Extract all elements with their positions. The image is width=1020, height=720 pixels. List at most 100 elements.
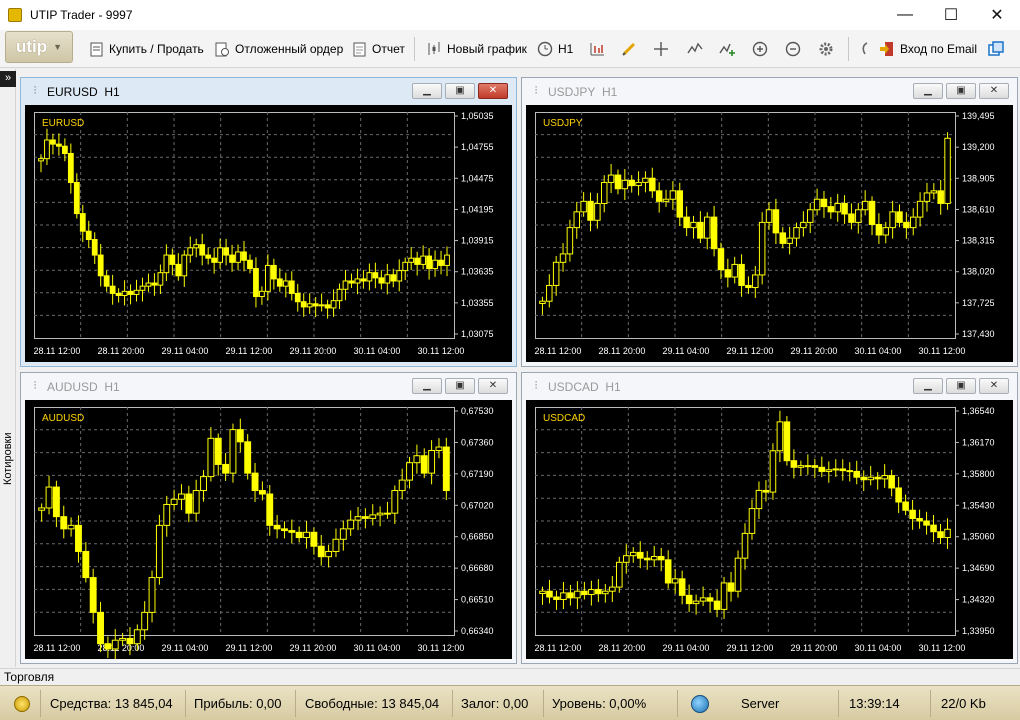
chart-title-bar[interactable]: ⫶ AUDUSD H1 ▁ ▣ ✕: [21, 373, 516, 399]
candle: [923, 511, 930, 535]
candle-body: [354, 278, 361, 284]
zoom-in-icon: [752, 41, 768, 57]
candle: [360, 270, 367, 289]
time-tick-label: 29.11 04:00: [162, 643, 209, 653]
candle-body: [699, 597, 707, 602]
candle-body: [834, 202, 841, 213]
candle: [783, 416, 791, 466]
candle-body: [181, 254, 188, 277]
settings-button[interactable]: [818, 38, 834, 60]
candle: [38, 503, 46, 522]
status-divider: [930, 690, 931, 717]
time-tick-label: 28.11 12:00: [535, 346, 582, 356]
candle: [595, 579, 602, 603]
candle: [103, 270, 110, 292]
candle-body: [573, 211, 581, 229]
candle-body: [909, 216, 917, 229]
chart-title: EURUSD H1: [47, 85, 120, 99]
zoom-out-button[interactable]: [785, 38, 801, 60]
chart-maximize-button[interactable]: ▣: [946, 378, 976, 394]
candle: [342, 269, 349, 301]
chart-plot[interactable]: USDJPY 139,495 139,200 138,905 138,610 138,31…: [526, 105, 1013, 362]
candle-body: [157, 272, 164, 286]
expand-panel-button[interactable]: »: [0, 71, 16, 87]
price-tick-label: 0,67190: [461, 469, 494, 479]
pending-order-button[interactable]: Отложенный ордер: [214, 38, 343, 60]
candle: [420, 245, 427, 270]
chart-close-button[interactable]: ✕: [478, 378, 508, 394]
candle: [909, 208, 917, 236]
candle-body: [772, 209, 780, 234]
candle-body: [745, 284, 752, 289]
chart-title-bar[interactable]: ⫶ USDJPY H1 ▁ ▣ ✕: [522, 78, 1017, 104]
candle-body: [428, 450, 436, 474]
chart-minimize-button[interactable]: ▁: [412, 83, 442, 99]
candle: [330, 289, 337, 317]
chart-minimize-button[interactable]: ▁: [913, 378, 943, 394]
chart-title-bar[interactable]: ⫶ EURUSD H1 ▁ ▣ ✕: [21, 78, 516, 104]
profit-value: Прибыль: 0,00: [194, 696, 282, 711]
windows-button[interactable]: [988, 38, 1004, 60]
indicators-button[interactable]: [687, 38, 703, 60]
chart-plot[interactable]: AUDUSD 0,67530 0,67360 0,67190 0,67020 0,6685…: [25, 400, 512, 659]
candle: [758, 212, 766, 285]
buy-sell-button[interactable]: Купить / Продать: [88, 38, 204, 60]
chart-maximize-button[interactable]: ▣: [445, 378, 475, 394]
candle: [690, 215, 697, 239]
candle: [241, 240, 247, 272]
tools-button[interactable]: [857, 38, 873, 60]
minimize-button[interactable]: —: [882, 0, 928, 30]
candle-body: [207, 437, 215, 478]
candle-body: [348, 280, 355, 284]
candle: [67, 143, 74, 194]
chart-plot[interactable]: EURUSD 1,05035 1,04755 1,04475 1,04195 1,0391…: [25, 105, 512, 362]
price-tick-label: 1,03915: [461, 236, 494, 246]
candle: [600, 175, 608, 213]
candle-body: [251, 472, 259, 492]
server-globe-icon[interactable]: [691, 686, 709, 720]
price-tick-label: 138,315: [962, 236, 995, 246]
close-button[interactable]: ✕: [974, 0, 1020, 30]
candle-body: [818, 466, 826, 472]
email-login-button[interactable]: Вход по Email: [879, 38, 977, 60]
chart-window-usdcad[interactable]: ⫶ USDCAD H1 ▁ ▣ ✕ USDCAD 1,36540 1,36170 1,…: [521, 372, 1018, 664]
candle-body: [97, 254, 104, 277]
chart-close-button[interactable]: ✕: [979, 83, 1009, 99]
candle-body: [241, 251, 247, 261]
crosshair-button[interactable]: [653, 38, 669, 60]
candle-body: [376, 512, 384, 516]
chart-maximize-button[interactable]: ▣: [946, 83, 976, 99]
quotes-tab[interactable]: Котировки: [2, 376, 14, 485]
chart-window-usdjpy[interactable]: ⫶ USDJPY H1 ▁ ▣ ✕ USDJPY 139,495 139,200 13…: [521, 77, 1018, 367]
candle: [251, 462, 259, 502]
status-divider: [543, 690, 544, 717]
candle-body: [372, 272, 379, 279]
chart-maximize-button[interactable]: ▣: [445, 83, 475, 99]
report-button[interactable]: Отчет: [351, 38, 405, 60]
timeframe-button[interactable]: H1: [537, 38, 573, 60]
chart-plot[interactable]: USDCAD 1,36540 1,36170 1,35800 1,35430 1,3506…: [526, 400, 1013, 659]
candle-body: [669, 190, 677, 200]
candle-body: [546, 590, 553, 598]
candle-body: [187, 247, 194, 256]
chart-window-eurusd[interactable]: ⫶ EURUSD H1 ▁ ▣ ✕ EURUSD 1,05035 1,04755 1,…: [20, 77, 517, 367]
maximize-button[interactable]: ☐: [928, 0, 974, 30]
chart-minimize-button[interactable]: ▁: [913, 83, 943, 99]
candle: [414, 251, 421, 276]
zoom-in-button[interactable]: [752, 38, 768, 60]
trade-panel-tab[interactable]: Торговля: [0, 668, 1020, 684]
time-tick-label: 30.11 04:00: [354, 643, 401, 653]
chart-minimize-button[interactable]: ▁: [412, 378, 442, 394]
chart-close-button[interactable]: ✕: [979, 378, 1009, 394]
utip-menu-button[interactable]: utip ▼: [5, 31, 73, 63]
draw-button[interactable]: [621, 38, 637, 60]
chart-window-audusd[interactable]: ⫶ AUDUSD H1 ▁ ▣ ✕ AUDUSD 0,67530 0,67360 0,…: [20, 372, 517, 664]
candle: [258, 481, 266, 501]
candle-body: [882, 227, 890, 236]
chart-close-button[interactable]: ✕: [478, 83, 508, 99]
chart-title-bar[interactable]: ⫶ USDCAD H1 ▁ ▣ ✕: [522, 373, 1017, 399]
candle-body: [600, 181, 608, 204]
new-chart-button[interactable]: Новый график: [426, 38, 527, 60]
chart-type-button[interactable]: [589, 38, 605, 60]
add-indicator-button[interactable]: [719, 38, 735, 60]
